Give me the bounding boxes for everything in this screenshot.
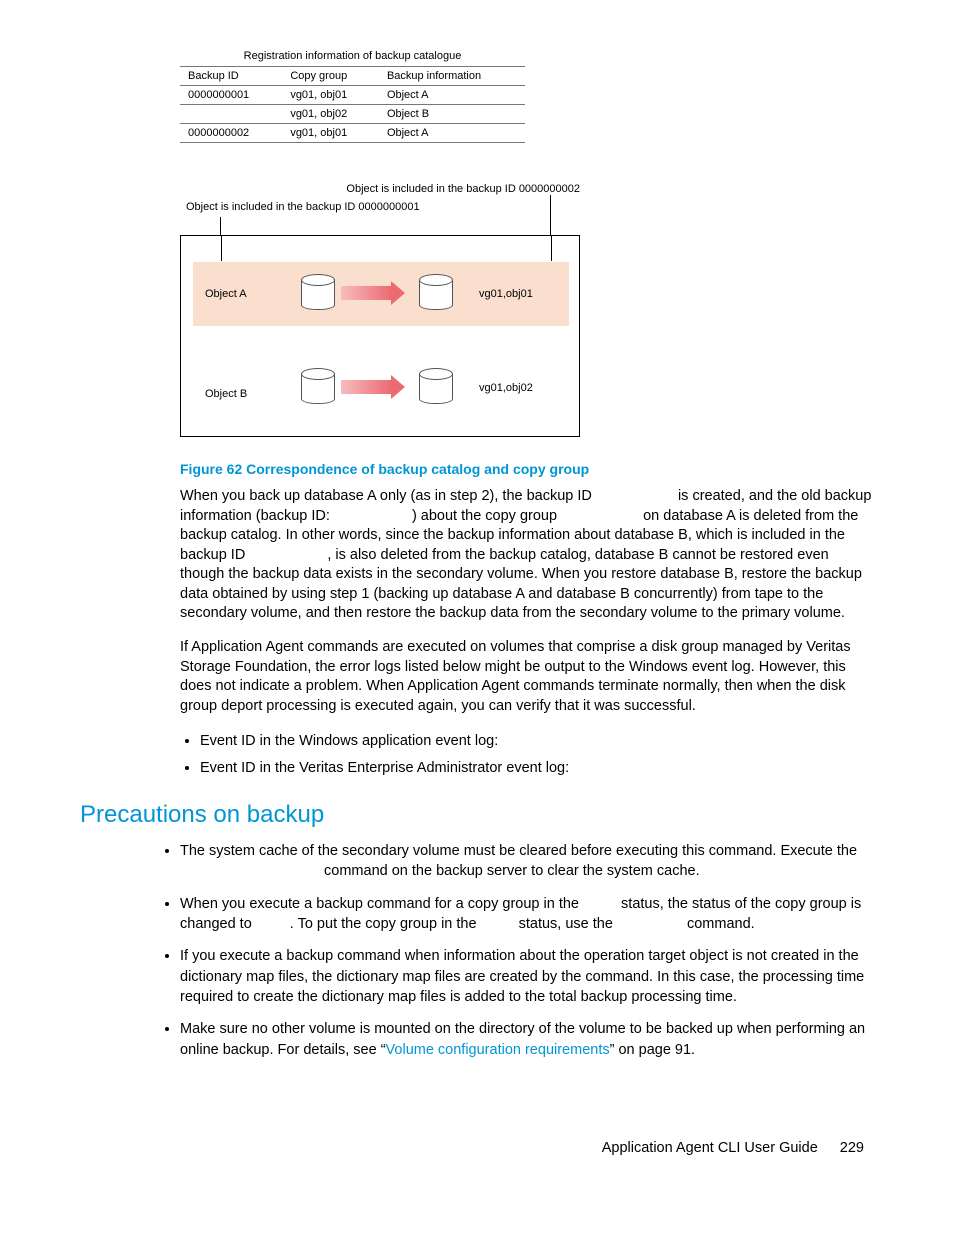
cell: Object A [379, 124, 525, 143]
figure-caption: Figure 62 Correspondence of backup catal… [180, 461, 874, 477]
paragraph-2: If Application Agent commands are execut… [180, 638, 874, 716]
th-backup-info: Backup information [379, 67, 525, 86]
page-footer: Application Agent CLI User Guide 229 [80, 1140, 874, 1156]
cell: vg01, obj01 [282, 86, 379, 105]
arrow-icon [341, 286, 391, 300]
text: command on the backup server to clear th… [320, 863, 700, 879]
text: The system cache of the secondary volume… [180, 843, 857, 859]
precaution-item: When you execute a backup command for a … [180, 894, 874, 935]
event-list: Event ID in the Windows application even… [180, 730, 874, 779]
section-heading: Precautions on backup [80, 801, 874, 829]
event-item: Event ID in the Windows application even… [200, 730, 874, 752]
footer-title: Application Agent CLI User Guide [602, 1140, 818, 1156]
catalogue-table-title: Registration information of backup catal… [180, 50, 525, 62]
precaution-item: The system cache of the secondary volume… [180, 841, 874, 882]
text: ) about the copy group [412, 508, 561, 524]
text: ” on page 91. [610, 1042, 695, 1058]
target-a-label: vg01,obj01 [479, 288, 533, 300]
text: When you execute a backup command for a … [180, 896, 583, 912]
text: When you back up database A only (as in … [180, 488, 596, 504]
cell: 0000000002 [180, 124, 282, 143]
catalogue-table-block: Registration information of backup catal… [180, 50, 525, 143]
cylinder-icon [419, 274, 451, 314]
cell [180, 105, 282, 124]
annotation-line [220, 217, 221, 235]
object-a-label: Object A [205, 288, 247, 300]
precaution-item: Make sure no other volume is mounted on … [180, 1019, 874, 1060]
th-backup-id: Backup ID [180, 67, 282, 86]
diagram-sub-annotation: Object is included in the backup ID 0000… [186, 201, 580, 213]
precautions-list: The system cache of the secondary volume… [160, 841, 874, 1060]
th-copy-group: Copy group [282, 67, 379, 86]
event-item: Event ID in the Veritas Enterprise Admin… [200, 757, 874, 779]
precaution-item: If you execute a backup command when inf… [180, 946, 874, 1007]
annotation-line [221, 236, 222, 261]
cell: 0000000001 [180, 86, 282, 105]
cylinder-icon [301, 274, 333, 314]
cylinder-icon [301, 368, 333, 408]
cell: vg01, obj02 [282, 105, 379, 124]
text: . To put the copy group in the [290, 916, 481, 932]
cell: Object B [379, 105, 525, 124]
cell: Object A [379, 86, 525, 105]
cylinder-icon [419, 368, 451, 408]
object-b-label: Object B [205, 388, 247, 400]
page-number: 229 [840, 1140, 864, 1156]
paragraph-1: When you back up database A only (as in … [180, 487, 874, 624]
arrow-icon [341, 380, 391, 394]
text: , is also deleted from the backup catalo… [180, 547, 862, 622]
diagram-top-annotation: Object is included in the backup ID 0000… [320, 183, 580, 195]
text: status, use the [515, 916, 617, 932]
annotation-line [551, 236, 552, 261]
cell: vg01, obj01 [282, 124, 379, 143]
correspondence-diagram: Object is included in the backup ID 0000… [180, 183, 580, 437]
catalogue-table: Backup ID Copy group Backup information … [180, 66, 525, 143]
target-b-label: vg01,obj02 [479, 382, 533, 394]
text: command. [683, 916, 755, 932]
volume-config-link[interactable]: Volume configuration requirements [386, 1042, 610, 1058]
annotation-line [550, 195, 551, 235]
